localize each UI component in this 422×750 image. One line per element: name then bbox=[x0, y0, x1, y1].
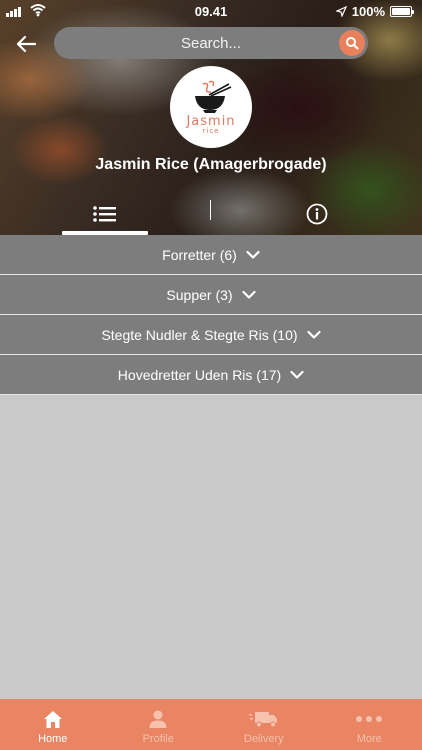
nav-label-more: More bbox=[356, 733, 382, 745]
battery-icon bbox=[390, 6, 414, 17]
tab-menu[interactable] bbox=[62, 192, 148, 235]
nav-label-home: Home bbox=[38, 733, 68, 745]
status-bar: 09.41 100% bbox=[0, 0, 422, 22]
location-arrow-icon bbox=[335, 6, 347, 17]
list-icon bbox=[93, 205, 116, 222]
category-label: Supper (3) bbox=[166, 286, 233, 303]
chevron-down-icon bbox=[246, 250, 260, 259]
restaurant-tabs bbox=[0, 192, 422, 235]
chevron-down-icon bbox=[290, 370, 304, 379]
nav-profile[interactable]: Profile bbox=[106, 699, 212, 750]
category-forretter[interactable]: Forretter (6) bbox=[0, 235, 422, 275]
nav-home[interactable]: Home bbox=[0, 699, 106, 750]
restaurant-logo: Jasmin rice bbox=[170, 66, 252, 148]
active-tab-indicator bbox=[62, 231, 148, 235]
back-arrow-icon bbox=[16, 35, 36, 53]
nav-delivery[interactable]: Delivery bbox=[211, 699, 317, 750]
back-button[interactable] bbox=[10, 30, 42, 58]
delivery-truck-icon bbox=[248, 712, 277, 728]
search-button[interactable] bbox=[339, 30, 365, 56]
info-icon bbox=[306, 203, 328, 224]
tab-info[interactable] bbox=[274, 192, 360, 235]
search-input[interactable]: Search... bbox=[54, 27, 368, 59]
logo-subtext: rice bbox=[202, 126, 220, 135]
battery-percent: 100% bbox=[351, 4, 385, 19]
search-icon bbox=[346, 37, 359, 50]
nav-label-delivery: Delivery bbox=[243, 733, 284, 745]
restaurant-name: Jasmin Rice (Amagerbrogade) bbox=[95, 156, 327, 173]
nav-label-profile: Profile bbox=[142, 733, 174, 745]
chevron-down-icon bbox=[306, 330, 321, 339]
search-placeholder: Search... bbox=[180, 34, 242, 52]
chevron-down-icon bbox=[241, 290, 256, 299]
profile-icon bbox=[149, 710, 167, 728]
bottom-nav: Home Profile Delivery More bbox=[0, 699, 422, 750]
category-supper[interactable]: Supper (3) bbox=[0, 275, 422, 315]
tab-divider bbox=[210, 200, 211, 220]
category-label: Hovedretter Uden Ris (17) bbox=[117, 366, 282, 383]
nav-more[interactable]: More bbox=[317, 699, 422, 750]
category-hovedretter[interactable]: Hovedretter Uden Ris (17) bbox=[0, 355, 422, 395]
category-label: Forretter (6) bbox=[162, 246, 237, 263]
category-stegte-nudler[interactable]: Stegte Nudler & Stegte Ris (10) bbox=[0, 315, 422, 355]
rice-bowl-icon bbox=[195, 80, 232, 113]
category-label: Stegte Nudler & Stegte Ris (10) bbox=[101, 326, 298, 343]
more-dots-icon bbox=[356, 716, 383, 722]
category-list: Forretter (6) Supper (3) Stegte Nudler &… bbox=[0, 235, 422, 395]
home-icon bbox=[43, 710, 62, 728]
